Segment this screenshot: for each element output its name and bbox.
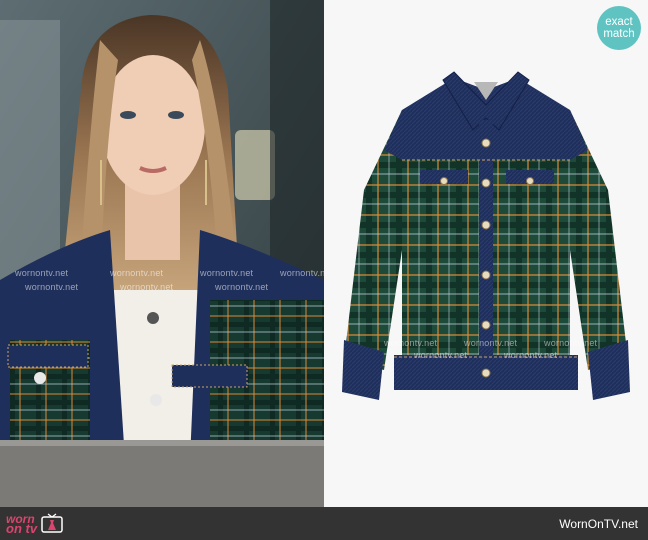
- watermark-text: wornontv.net: [120, 282, 174, 292]
- tv-still-illustration: [0, 0, 324, 507]
- watermark-text: wornontv.net: [200, 268, 254, 278]
- watermark-text: wornontv.net: [110, 268, 164, 278]
- product-photo: wornontv.net wornontv.net wornontv.net w…: [324, 0, 648, 507]
- watermark-text: wornontv.net: [414, 350, 468, 360]
- watermark-text: wornontv.net: [384, 338, 438, 348]
- watermark-text: wornontv.net: [464, 338, 518, 348]
- watermark-text: wornontv.net: [504, 350, 558, 360]
- watermark-text: wornontv.net: [15, 268, 69, 278]
- watermark-text: wornontv.net: [215, 282, 269, 292]
- footer-site-name: WornOnTV.net: [559, 517, 638, 531]
- wornontv-logo[interactable]: worn on tv: [6, 511, 63, 537]
- footer-bar: worn on tv WornOnTV.net: [0, 507, 648, 540]
- logo-line2: on tv: [6, 521, 38, 536]
- exact-match-badge: exact match: [597, 6, 641, 50]
- watermark-text: wornontv.net: [280, 268, 324, 278]
- tv-dress-icon: [41, 513, 63, 533]
- badge-line2: match: [603, 28, 635, 40]
- jacket-product-illustration: [342, 71, 630, 400]
- tv-still-photo: wornontv.net wornontv.net wornontv.net w…: [0, 0, 324, 507]
- watermark-text: wornontv.net: [544, 338, 598, 348]
- badge-line1: exact: [605, 16, 633, 28]
- watermark-text: wornontv.net: [25, 282, 79, 292]
